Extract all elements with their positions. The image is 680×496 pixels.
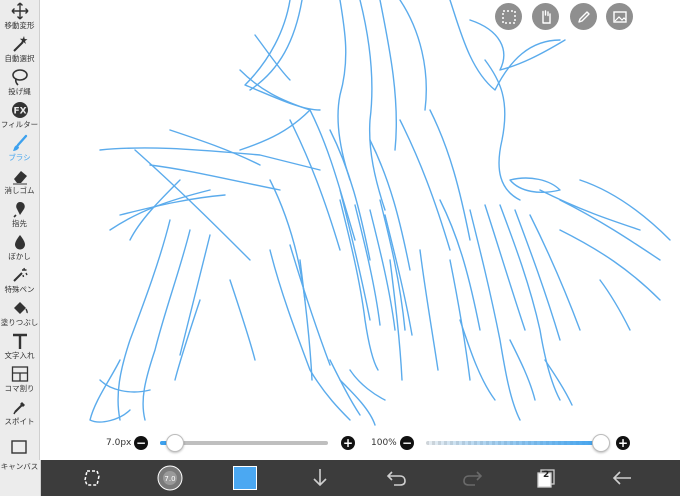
- canvas-tool-label: キャンバス: [0, 462, 39, 471]
- bucket-icon: [11, 299, 29, 317]
- opacity-slider-knob[interactable]: [592, 434, 610, 452]
- tool-special[interactable]: 特殊ペン: [0, 266, 39, 300]
- eraser-icon: [11, 167, 29, 185]
- tool-finger[interactable]: 指先: [0, 200, 39, 234]
- tool-label: 文字入れ: [4, 351, 35, 360]
- redo-icon: [463, 471, 483, 486]
- brush-size-slider-track[interactable]: [160, 441, 328, 445]
- tool-frame[interactable]: コマ割り: [0, 365, 39, 399]
- brush-size-decrease-button[interactable]: −: [134, 436, 148, 450]
- svg-text:7.0: 7.0: [164, 475, 175, 483]
- brush-icon: [11, 134, 29, 152]
- tool-label: 指先: [12, 219, 27, 228]
- color-swatch: [233, 466, 257, 490]
- canvas-tool-button[interactable]: [0, 436, 39, 460]
- fx-icon: FX: [11, 101, 29, 119]
- tool-text[interactable]: 文字入れ: [0, 332, 39, 366]
- hand-icon: [541, 9, 551, 24]
- blur-drop-icon: [11, 233, 29, 251]
- tool-fx[interactable]: FX フィルター: [0, 101, 39, 135]
- text-t-icon: [11, 332, 29, 350]
- image-icon: [612, 10, 627, 23]
- brush-size-increase-button[interactable]: +: [341, 436, 355, 450]
- bottom-toolbar: 7.0 2: [0, 460, 680, 496]
- tool-label: フィルター: [0, 120, 39, 129]
- tool-move[interactable]: 移動変形: [0, 2, 39, 36]
- tool-label: 移動変形: [4, 21, 35, 30]
- tool-blur[interactable]: ぼかし: [0, 233, 39, 267]
- tool-fill[interactable]: 塗りつぶし: [0, 299, 39, 333]
- tool-lasso[interactable]: 投げ縄: [0, 68, 39, 102]
- tool-palette: 移動変形自動選択投げ縄 FX フィルターブラシ消しゴム指先ぼかし特殊ペン塗りつぶし文…: [0, 0, 40, 460]
- back-button[interactable]: [602, 460, 642, 496]
- back-arrow-icon: [612, 471, 631, 485]
- image-button[interactable]: [606, 3, 633, 30]
- tool-label: スポイト: [4, 417, 35, 426]
- eyedropper-icon: [11, 398, 29, 416]
- tool-label: 投げ縄: [8, 87, 31, 96]
- canvas-icon: [11, 440, 27, 454]
- hand-button[interactable]: [532, 3, 559, 30]
- tool-brush[interactable]: ブラシ: [0, 134, 39, 168]
- selection-icon: [501, 9, 516, 24]
- tool-label: 特殊ペン: [4, 285, 35, 294]
- magic-wand-icon: [11, 35, 29, 53]
- layers-button[interactable]: 2: [526, 460, 566, 496]
- special-pen-icon: [11, 266, 29, 284]
- sketch-artwork: [89, 0, 671, 426]
- selection-button[interactable]: [495, 3, 522, 30]
- undo-icon: [386, 471, 406, 486]
- undo-button[interactable]: [377, 460, 417, 496]
- download-icon: [313, 469, 327, 487]
- drawing-canvas[interactable]: 7.0px − + 100% − +: [40, 0, 680, 460]
- opacity-increase-button[interactable]: +: [616, 436, 630, 450]
- tool-label: 消しゴム: [4, 186, 35, 195]
- tool-label: ぼかし: [8, 252, 31, 261]
- finger-icon: [11, 200, 29, 218]
- layer-count: 2: [543, 470, 550, 480]
- brush-preview-button[interactable]: 7.0: [150, 460, 190, 496]
- brush-preview-icon: 7.0: [157, 465, 183, 491]
- pen-button[interactable]: [570, 3, 597, 30]
- lasso-icon: [11, 68, 29, 86]
- tool-label: 塗りつぶし: [0, 318, 39, 327]
- pen-icon: [577, 10, 590, 23]
- brush-size-value: 7.0px: [106, 438, 132, 448]
- move-arrows-icon: [11, 2, 29, 20]
- tool-label: ブラシ: [8, 153, 31, 162]
- tool-eraser[interactable]: 消しゴム: [0, 167, 39, 201]
- download-button[interactable]: [300, 460, 340, 496]
- transform-icon: [84, 470, 100, 486]
- tool-eyedropper[interactable]: スポイト: [0, 398, 39, 432]
- opacity-slider-fill: [426, 441, 604, 445]
- opacity-decrease-button[interactable]: −: [400, 436, 414, 450]
- svg-text:FX: FX: [13, 107, 26, 117]
- color-swatch-button[interactable]: [225, 460, 265, 496]
- frame-divider-icon: [11, 365, 29, 383]
- tool-magic[interactable]: 自動選択: [0, 35, 39, 69]
- tool-label: 自動選択: [4, 54, 35, 63]
- opacity-value: 100%: [371, 438, 397, 448]
- redo-button[interactable]: [452, 460, 492, 496]
- tool-label: コマ割り: [4, 384, 35, 393]
- transform-button[interactable]: [72, 460, 112, 496]
